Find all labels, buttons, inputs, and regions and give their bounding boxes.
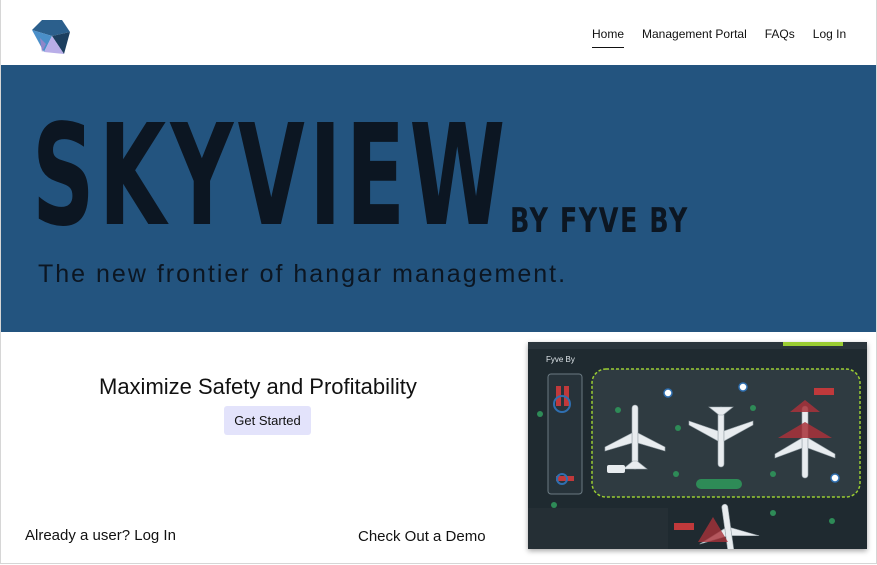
skyview-logo-icon[interactable] <box>30 18 72 56</box>
nav-faqs-link[interactable]: FAQs <box>765 27 795 48</box>
hero-title: SKYVIEW <box>32 95 510 258</box>
get-started-button[interactable]: Get Started <box>224 406 311 435</box>
hangar-preview-illustration <box>528 342 867 549</box>
demo-link[interactable]: Check Out a Demo <box>358 528 486 545</box>
nav-management-portal-link[interactable]: Management Portal <box>642 27 747 48</box>
existing-user-login-link[interactable]: Already a user? Log In <box>25 527 176 544</box>
section-headline: Maximize Safety and Profitability <box>99 374 417 399</box>
preview-brand-label: Fyve By <box>546 355 575 364</box>
hero-tagline: The new frontier of hangar management. <box>38 260 568 288</box>
hero-banner: SKYVIEW BY FYVE BY The new frontier of h… <box>0 65 877 332</box>
nav-login-link[interactable]: Log In <box>813 27 846 48</box>
hero-byline: BY FYVE BY <box>510 201 689 241</box>
nav-home-link[interactable]: Home <box>592 27 625 48</box>
hangar-dashboard-preview: Fyve By <box>528 342 867 549</box>
main-nav: Home Management Portal FAQs Log In <box>592 27 864 48</box>
top-navigation-bar: Home Management Portal FAQs Log In <box>0 0 877 65</box>
